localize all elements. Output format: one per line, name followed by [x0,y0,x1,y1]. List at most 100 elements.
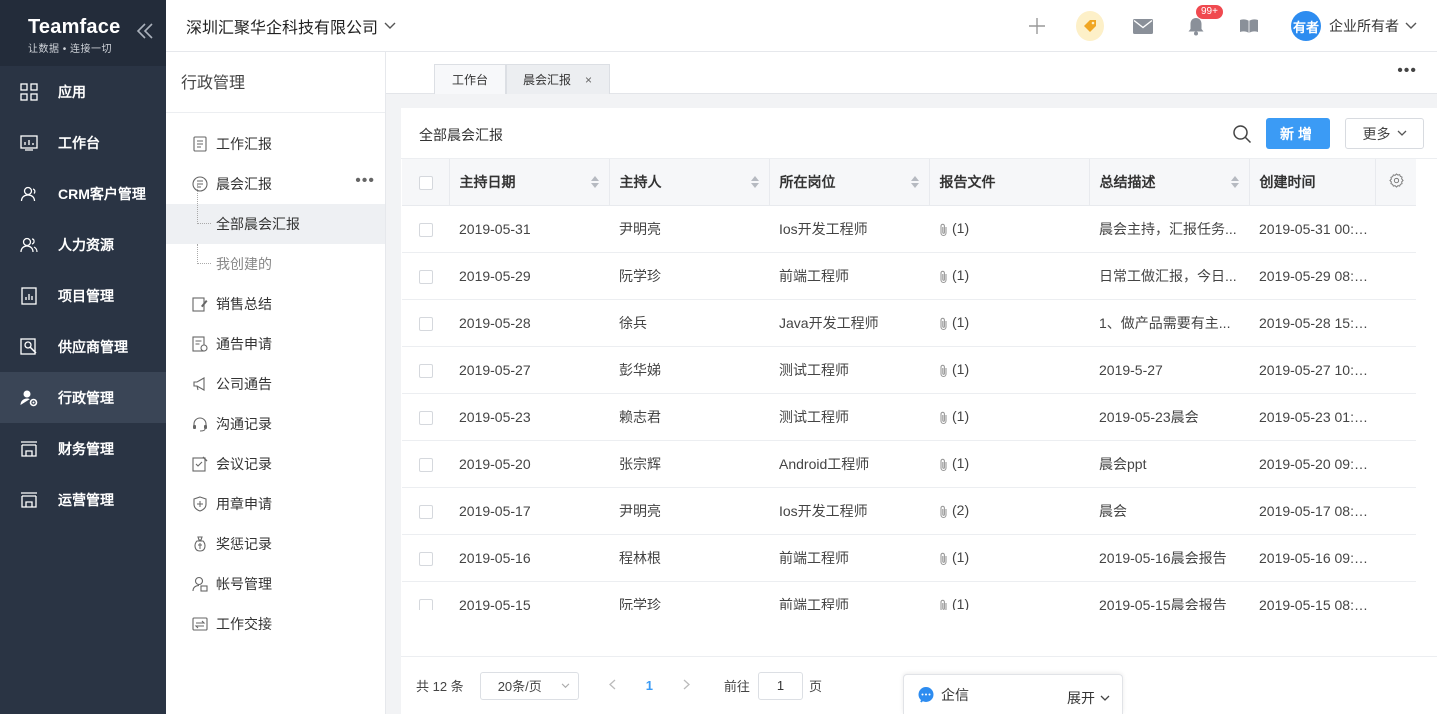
row-select-cell[interactable] [402,440,449,488]
table-row[interactable]: 2019-05-28 徐兵 Java开发工程师 (1) 1、做产品需要有主... 2019… [402,299,1416,347]
select-all-checkbox[interactable] [419,175,433,190]
nav-item-supplier[interactable]: 供应商管理 [0,321,166,372]
table-cell[interactable]: (1) [929,581,1089,610]
row-checkbox[interactable] [419,222,433,237]
table-row[interactable]: 2019-05-31 尹明亮 Ios开发工程师 (1) 晨会主持，汇报任务... 2019… [402,205,1416,253]
nav-item-hr[interactable]: 人力资源 [0,219,166,270]
nav-item-project[interactable]: 项目管理 [0,270,166,321]
row-checkbox[interactable] [419,269,433,284]
table-cell[interactable]: (1) [929,393,1089,441]
row-select-cell[interactable] [402,252,449,300]
sort-icon[interactable] [750,176,759,188]
table-row[interactable]: 2019-05-29 阮学珍 前端工程师 (1) 日常工做汇报，今日... 2019-05… [402,252,1416,300]
page-size-select[interactable]: 20条/页 [479,671,579,700]
sidebar-item-notice-request[interactable]: 通告申请 [166,324,385,364]
add-new-button[interactable]: 新增 [1266,118,1330,149]
table-cell: 2019-05-17 08:55:08 [1249,487,1375,535]
username[interactable]: 企业所有者 [1329,16,1399,36]
table-row[interactable]: 2019-05-27 彭华娣 测试工程师 (1) 2019-5-27 2019-05-27… [402,346,1416,394]
sidebar-item-label: 工作交接 [216,616,272,632]
table-row[interactable]: 2019-05-15 阮学珍 前端工程师 (1) 2019-05-15晨会报告 2019-… [402,581,1416,610]
row-checkbox[interactable] [419,363,433,378]
goto-page-input[interactable] [757,671,803,700]
table-cell: 2019-05-20 [449,440,609,488]
column-header[interactable]: 主持人 [609,159,770,206]
select-all-cell[interactable] [402,159,450,206]
row-select-cell[interactable] [402,205,449,253]
sidebar-item-meeting-minutes[interactable]: 会议记录 [166,444,385,484]
nav-item-workbench[interactable]: 工作台 [0,117,166,168]
chat-expand-button[interactable]: 展开 [1067,688,1110,708]
row-select-cell[interactable] [402,534,449,582]
bell-icon[interactable]: 99+ [1182,5,1223,40]
more-dropdown-button[interactable]: 更多 [1345,118,1424,149]
sidebar-item-account-management[interactable]: 帐号管理 [166,564,385,604]
row-select-cell[interactable] [402,299,449,347]
nav-item-apps[interactable]: 应用 [0,66,166,117]
row-checkbox[interactable] [419,504,433,519]
table-row[interactable]: 2019-05-17 尹明亮 Ios开发工程师 (2) 晨会 2019-05-17 08:… [402,487,1416,535]
sidebar-item-seal-request[interactable]: 用章申请 [166,484,385,524]
nav-item-admin[interactable]: 行政管理 [0,372,166,423]
tag-icon[interactable] [1076,11,1104,41]
prev-page-icon[interactable] [608,678,616,693]
next-page-icon[interactable] [683,678,690,693]
column-header[interactable]: 创建时间 [1249,159,1376,206]
column-header[interactable]: 总结描述 [1089,159,1250,206]
column-settings-cell[interactable] [1375,159,1416,206]
sidebar-item-handover[interactable]: 工作交接 [166,604,385,644]
table-row[interactable]: 2019-05-20 张宗辉 Android工程师 (1) 晨会ppt 2019-05-2… [402,440,1416,488]
sidebar-child-all-morning-reports[interactable]: 全部晨会汇报 [166,184,385,244]
add-icon[interactable] [1023,12,1051,40]
sidebar-item-communication-log[interactable]: 沟通记录 [166,404,385,444]
sidebar-item-work-report[interactable]: 工作汇报 [166,124,385,164]
sidebar-item-company-notice[interactable]: 公司通告 [166,364,385,404]
mail-icon[interactable] [1129,12,1157,40]
table-cell[interactable]: (1) [929,252,1089,300]
column-header[interactable]: 报告文件 [929,159,1090,206]
column-header[interactable]: 主持日期 [449,159,610,206]
row-checkbox[interactable] [419,410,433,425]
table-cell[interactable]: (1) [929,534,1089,582]
row-select-cell[interactable] [402,346,449,394]
company-switcher[interactable]: 深圳汇聚华企科技有限公司 [186,14,396,38]
row-select-cell[interactable] [402,393,449,441]
nav-item-crm[interactable]: CRM客户管理 [0,168,166,219]
sidebar-child-created-by-me[interactable]: 我创建的 [166,244,385,284]
table-cell[interactable]: (1) [929,346,1089,394]
tab-workbench[interactable]: 工作台 [434,64,506,94]
gear-icon[interactable] [1388,173,1404,188]
more-options-icon[interactable]: ••• [1397,63,1417,79]
table-cell[interactable]: (1) [929,440,1089,488]
table-cell[interactable]: (2) [929,487,1089,535]
sidebar-item-reward-punishment[interactable]: 奖惩记录 [166,524,385,564]
table-cell[interactable]: (1) [929,205,1089,253]
sidebar-item-sales-summary[interactable]: 销售总结 [166,284,385,324]
row-select-cell[interactable] [402,581,449,610]
table-row[interactable]: 2019-05-23 赖志君 测试工程师 (1) 2019-05-23晨会 2019-05… [402,393,1416,441]
sort-icon[interactable] [590,176,599,188]
table-row[interactable]: 2019-05-16 程林根 前端工程师 (1) 2019-05-16晨会报告 2019-… [402,534,1416,582]
close-icon[interactable]: × [585,73,592,87]
more-options-icon[interactable]: ••• [355,173,375,189]
nav-item-operations[interactable]: 运营管理 [0,474,166,525]
chevron-down-icon[interactable] [1405,22,1417,30]
row-checkbox[interactable] [419,457,433,472]
row-select-cell[interactable] [402,487,449,535]
search-icon[interactable] [1232,124,1252,144]
collapse-nav-icon[interactable] [134,20,156,42]
row-checkbox[interactable] [419,598,433,610]
row-checkbox[interactable] [419,316,433,331]
content-area: 工作台 晨会汇报 × ••• 全部晨会汇报 新增 更多 主持日期 主持人 所在岗… [386,52,1437,714]
chat-widget[interactable]: 企信 展开 [903,674,1123,714]
tab-morning-report[interactable]: 晨会汇报 × [506,64,610,94]
page-number-current[interactable]: 1 [646,678,653,693]
row-checkbox[interactable] [419,551,433,566]
column-header[interactable]: 所在岗位 [769,159,930,206]
sort-icon[interactable] [1230,176,1239,188]
nav-item-finance[interactable]: 财务管理 [0,423,166,474]
book-icon[interactable] [1235,12,1263,40]
table-cell[interactable]: (1) [929,299,1089,347]
sort-icon[interactable] [910,176,919,188]
avatar[interactable]: 有者 [1291,11,1321,41]
